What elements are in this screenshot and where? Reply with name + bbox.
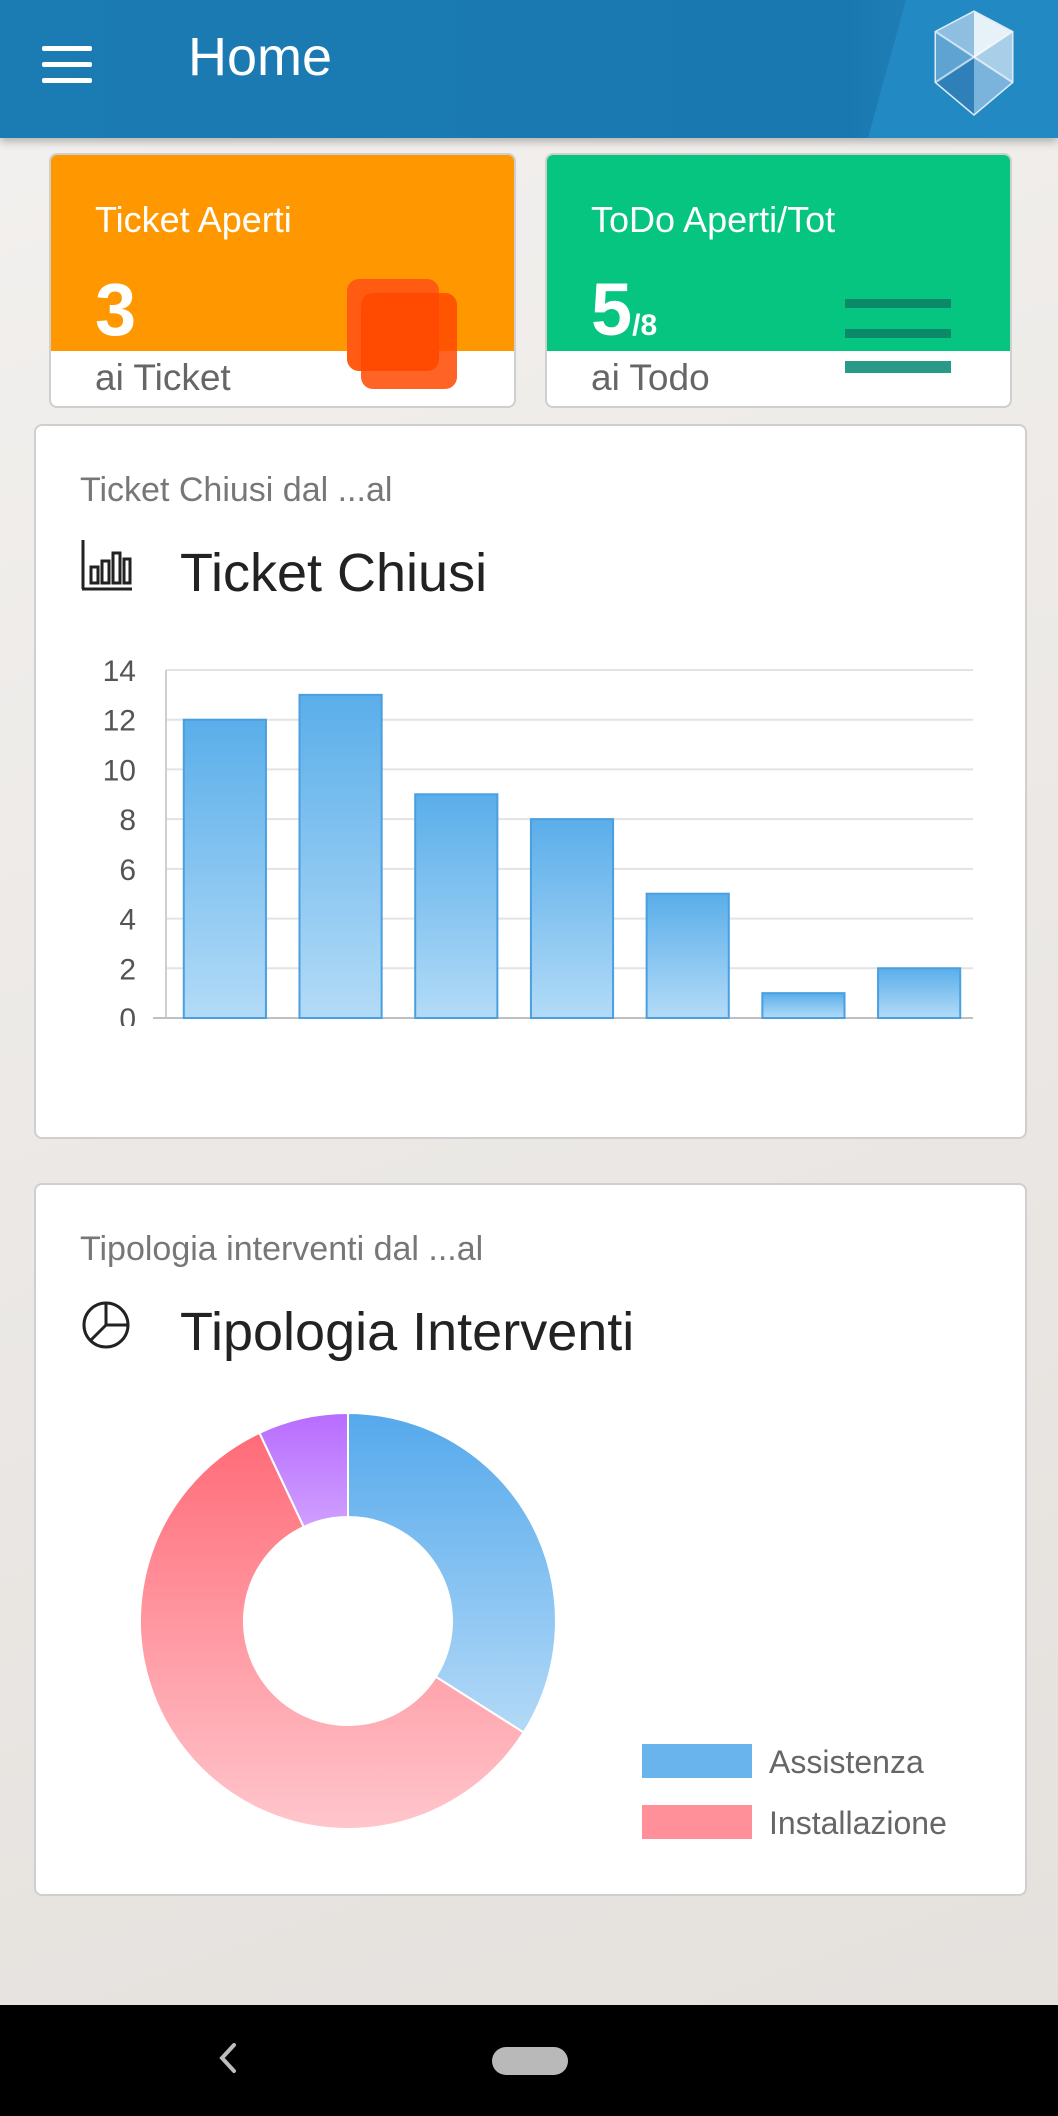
bar bbox=[414, 793, 499, 1019]
bar bbox=[298, 693, 383, 1019]
page-title: Home bbox=[188, 27, 333, 87]
home-button[interactable] bbox=[492, 2047, 568, 2075]
bar-chart-icon bbox=[81, 540, 132, 591]
todos-total: /8 bbox=[632, 309, 658, 342]
app-logo bbox=[934, 10, 1014, 116]
y-tick-label: 6 bbox=[119, 854, 136, 887]
tickets-copy-icon bbox=[347, 279, 457, 389]
y-tick-label: 14 bbox=[103, 655, 136, 688]
bar bbox=[761, 992, 846, 1019]
open-tickets-value: 3 bbox=[95, 268, 137, 351]
bar bbox=[529, 818, 615, 1019]
todo-list-icon bbox=[845, 299, 951, 373]
intervention-types-subtitle: Tipologia interventi dal ...al bbox=[80, 1230, 484, 1268]
intervention-types-panel: Tipologia interventi dal ...al Tipologia… bbox=[34, 1183, 1027, 1896]
closed-tickets-title: Ticket Chiusi bbox=[180, 543, 488, 603]
closed-tickets-panel: Ticket Chiusi dal ...al Ticket Chiusi 0 2… bbox=[34, 424, 1027, 1139]
bar bbox=[645, 892, 730, 1020]
donut-slice bbox=[347, 1411, 557, 1734]
y-tick-label: 2 bbox=[119, 953, 136, 986]
closed-tickets-subtitle: Ticket Chiusi dal ...al bbox=[80, 471, 393, 509]
intervention-types-title: Tipologia Interventi bbox=[180, 1302, 635, 1362]
back-icon[interactable] bbox=[208, 2033, 248, 2083]
y-tick-label: 0 bbox=[119, 1003, 136, 1026]
bar bbox=[182, 718, 267, 1019]
open-tickets-card[interactable]: Ticket Aperti 3 ai Ticket bbox=[49, 153, 516, 408]
open-todos-label: ToDo Aperti/Tot bbox=[591, 199, 836, 240]
pie-chart-icon bbox=[82, 1301, 130, 1349]
y-tick-label: 8 bbox=[119, 804, 136, 837]
open-tickets-label: Ticket Aperti bbox=[95, 199, 292, 240]
open-todos-value: 5/8 bbox=[591, 268, 658, 351]
system-navigation-bar bbox=[0, 2005, 1058, 2116]
y-tick-label: 10 bbox=[103, 754, 136, 787]
intervention-types-donut-chart: AssistenzaInstallazioneRevisione bbox=[139, 1411, 947, 1841]
app-bar: Home bbox=[0, 0, 1058, 138]
y-tick-label: 4 bbox=[119, 904, 136, 937]
closed-tickets-bar-chart: 02468101214LuMaMeGiVeSaDo bbox=[103, 655, 973, 1026]
bar bbox=[877, 967, 962, 1019]
legend-swatch bbox=[642, 1744, 752, 1778]
legend-label: Installazione bbox=[769, 1805, 947, 1841]
open-todos-card[interactable]: ToDo Aperti/Tot 5/8 ai Todo bbox=[545, 153, 1012, 408]
open-tickets-link[interactable]: ai Ticket bbox=[95, 357, 231, 399]
open-todos-link[interactable]: ai Todo bbox=[591, 357, 710, 399]
y-tick-label: 12 bbox=[103, 705, 136, 738]
menu-icon[interactable] bbox=[42, 46, 92, 84]
legend-swatch bbox=[642, 1805, 752, 1839]
legend-label: Assistenza bbox=[769, 1744, 924, 1780]
